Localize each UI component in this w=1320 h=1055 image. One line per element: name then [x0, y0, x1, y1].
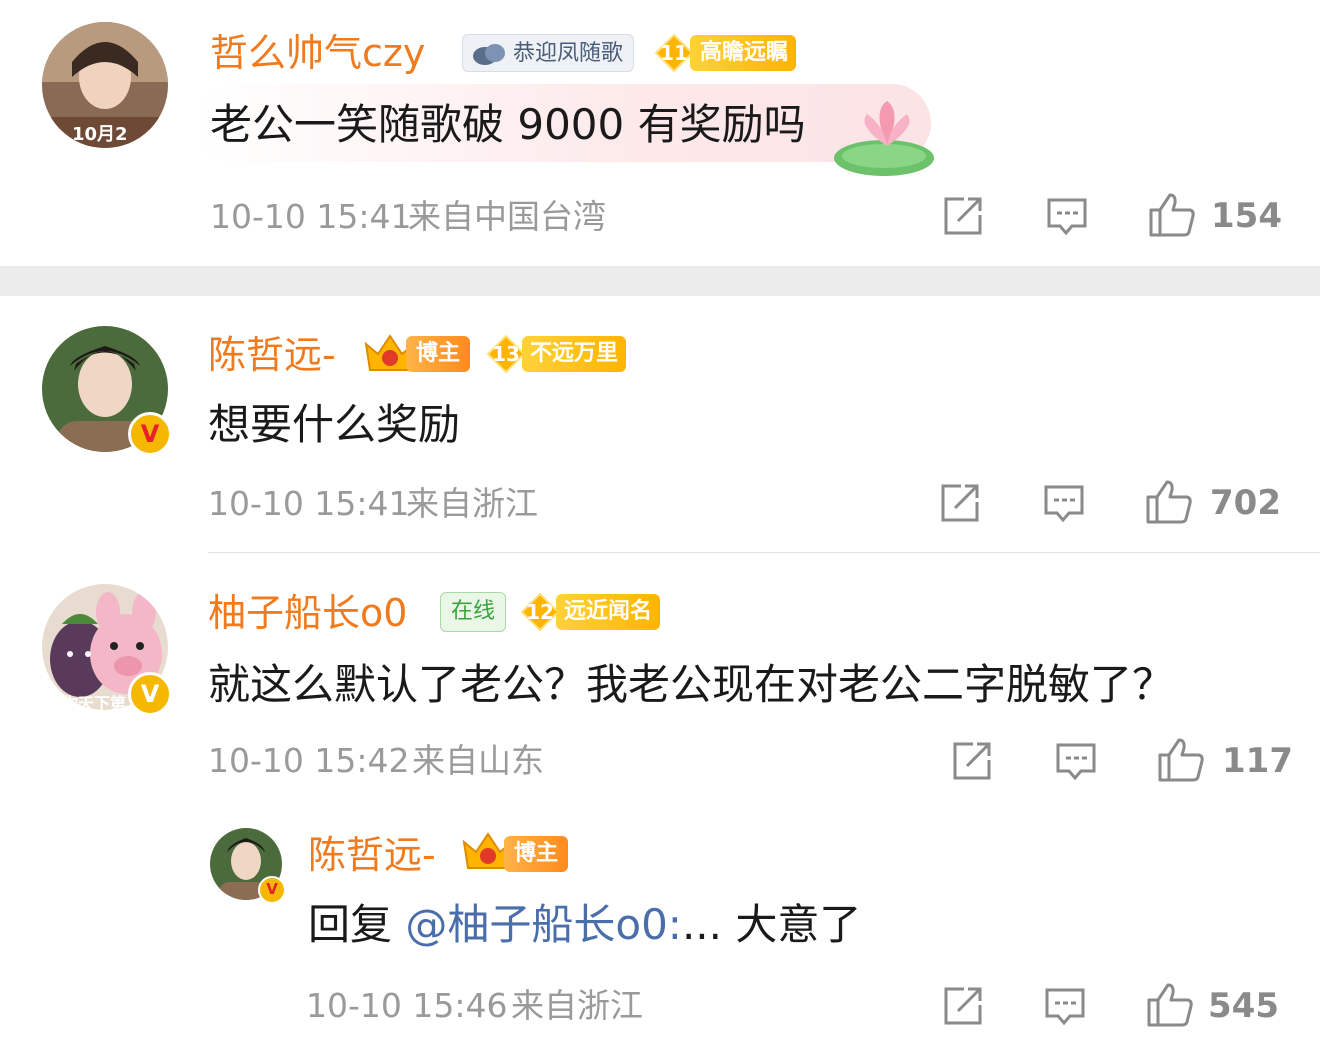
lotus-icon	[832, 96, 942, 188]
verified-badge: V	[128, 412, 172, 456]
online-badge-label: 在线	[451, 599, 496, 624]
share-icon[interactable]	[939, 482, 981, 528]
blogger-badge-label: 博主	[514, 841, 559, 866]
username[interactable]: 哲么帅气czy	[210, 34, 425, 72]
like-count: 117	[1222, 741, 1293, 781]
username[interactable]: 陈哲远-	[308, 836, 436, 874]
reply-text: 回复 @柚子船长o0:... 大意了	[308, 904, 861, 946]
share-icon[interactable]	[951, 740, 993, 786]
divider	[208, 552, 1320, 553]
comment-text: 想要什么奖励	[208, 400, 461, 449]
thumbs-up-icon[interactable]	[1148, 192, 1196, 242]
username[interactable]: 柚子船长o0	[208, 594, 407, 632]
fan-badge[interactable]: 恭迎凤随歌	[462, 34, 635, 72]
verified-badge: V	[258, 876, 286, 904]
online-badge: 在线	[440, 592, 507, 632]
level-number: 12	[526, 600, 554, 624]
mention-link[interactable]: @柚子船长o0:	[405, 900, 682, 949]
blogger-badge[interactable]: 博主	[504, 836, 569, 872]
timestamp: 10-10 15:41	[208, 484, 410, 523]
level-title: 远近闻名	[556, 594, 661, 630]
blogger-badge[interactable]: 博主	[406, 336, 471, 372]
cloud-icon	[471, 41, 507, 80]
comment-icon[interactable]	[1046, 196, 1088, 242]
timestamp: 10-10 15:42	[208, 741, 410, 780]
like-count: 545	[1208, 986, 1279, 1026]
thumbs-up-icon[interactable]	[1145, 479, 1193, 529]
level-title: 不远万里	[522, 336, 627, 372]
level-number: 11	[660, 41, 688, 65]
section-separator	[0, 266, 1320, 296]
level-title-text: 高瞻远瞩	[700, 40, 789, 65]
avatar-caption: 10月2	[72, 124, 128, 145]
avatar-caption: 你天下第	[62, 694, 127, 710]
level-title: 高瞻远瞩	[690, 35, 797, 71]
location: 来自浙江	[511, 986, 643, 1025]
share-icon[interactable]	[942, 985, 984, 1031]
like-count: 702	[1210, 483, 1281, 523]
location: 来自中国台湾	[408, 197, 606, 236]
level-title-text: 不远万里	[530, 341, 619, 366]
reply-body: ... 大意了	[681, 900, 862, 949]
comment-icon[interactable]	[1043, 483, 1085, 529]
username[interactable]: 陈哲远-	[208, 336, 336, 374]
timestamp: 10-10 15:46	[306, 986, 508, 1025]
thumbs-up-icon[interactable]	[1146, 982, 1194, 1032]
share-icon[interactable]	[942, 195, 984, 241]
reply-prefix: 回复	[308, 900, 393, 949]
location: 来自山东	[412, 741, 544, 780]
timestamp: 10-10 15:41	[210, 197, 412, 236]
avatar[interactable]: 10月2	[42, 22, 168, 148]
comment-icon[interactable]	[1055, 741, 1097, 787]
level-badge[interactable]: 12	[520, 592, 560, 632]
level-number: 13	[492, 342, 520, 366]
verified-badge: V	[128, 672, 172, 716]
level-badge[interactable]: 13	[486, 334, 526, 374]
comment-icon[interactable]	[1044, 986, 1086, 1032]
thumbs-up-icon[interactable]	[1157, 737, 1205, 787]
comment-text: 就这么默认了老公？我老公现在对老公二字脱敏了？	[208, 660, 1175, 709]
fan-badge-label: 恭迎凤随歌	[513, 41, 624, 66]
level-badge[interactable]: 11	[654, 33, 694, 73]
location: 来自浙江	[406, 484, 538, 523]
comment-text: 老公一笑随歌破 9000 有奖励吗	[210, 100, 806, 149]
level-title-text: 远近闻名	[564, 599, 653, 624]
like-count: 154	[1211, 196, 1282, 236]
blogger-badge-label: 博主	[416, 341, 461, 366]
